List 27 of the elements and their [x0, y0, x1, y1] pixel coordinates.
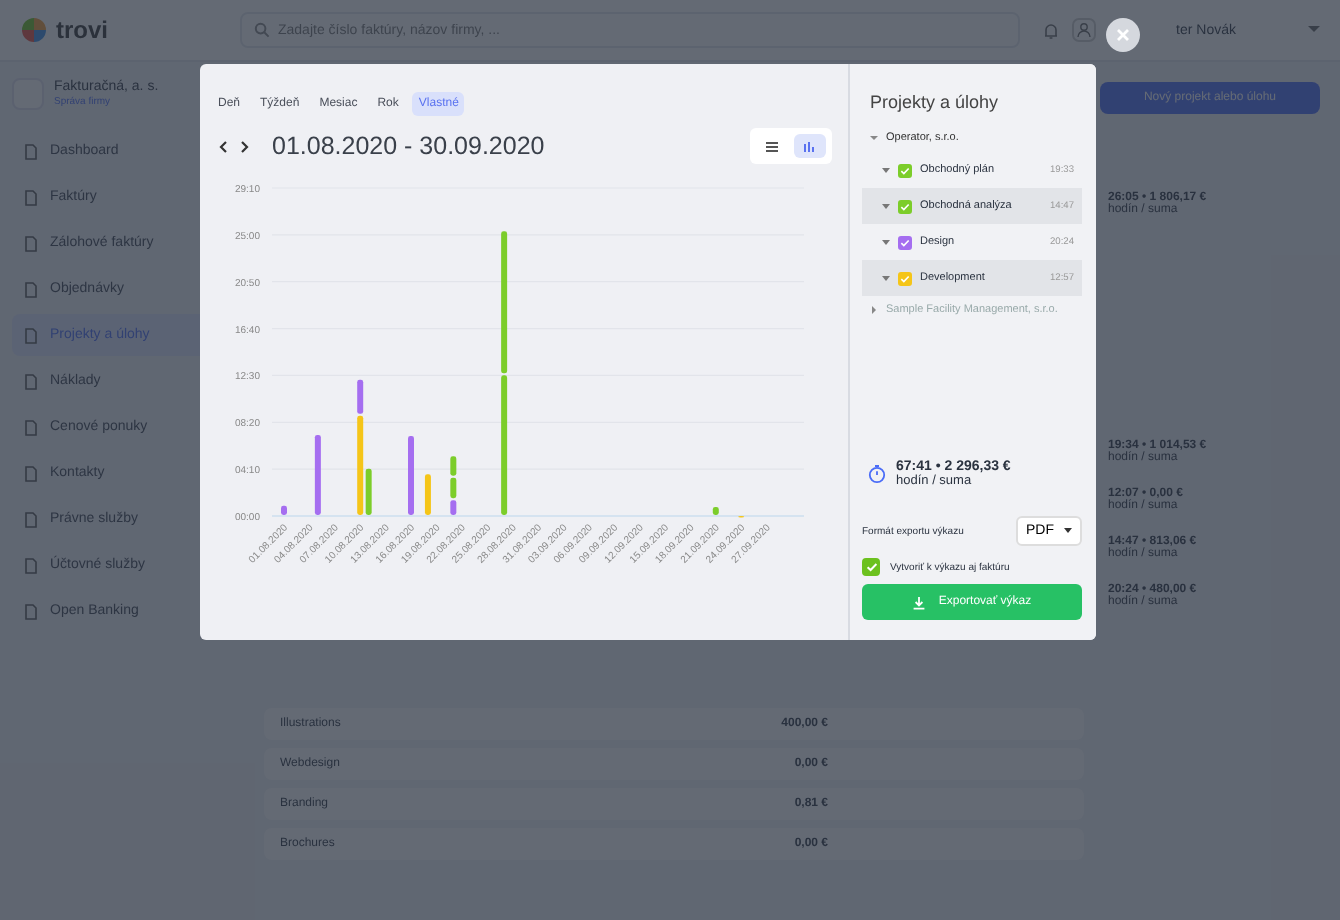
caret-icon[interactable] — [882, 275, 890, 281]
task-checkbox[interactable] — [898, 271, 912, 285]
bar-chart-icon — [802, 139, 818, 153]
bar — [408, 436, 414, 515]
download-icon — [912, 595, 927, 609]
caret-icon[interactable] — [882, 239, 890, 245]
date-range: 01.08.2020 - 30.09.2020 — [272, 132, 545, 160]
previous-icon[interactable] — [218, 139, 228, 153]
caret-icon[interactable] — [870, 134, 878, 142]
task-checkbox[interactable] — [898, 235, 912, 249]
chart-view-button[interactable] — [794, 134, 826, 158]
panel-title: Projekty a úlohy — [870, 92, 1001, 112]
bar — [281, 505, 287, 515]
bar — [712, 506, 719, 515]
caret-icon — [1064, 528, 1072, 534]
caret-icon[interactable] — [882, 203, 890, 209]
bar — [314, 434, 321, 515]
caret-icon[interactable] — [882, 167, 890, 173]
invoice-checkbox[interactable] — [862, 558, 880, 576]
stopwatch-icon — [868, 464, 886, 484]
logo-text: trovi — [56, 16, 109, 44]
next-icon[interactable] — [240, 139, 250, 153]
task-checkbox[interactable] — [898, 163, 912, 177]
task-checkbox[interactable] — [898, 199, 912, 213]
bar — [424, 474, 431, 515]
list-icon — [764, 139, 780, 153]
caret-icon[interactable] — [870, 306, 878, 314]
